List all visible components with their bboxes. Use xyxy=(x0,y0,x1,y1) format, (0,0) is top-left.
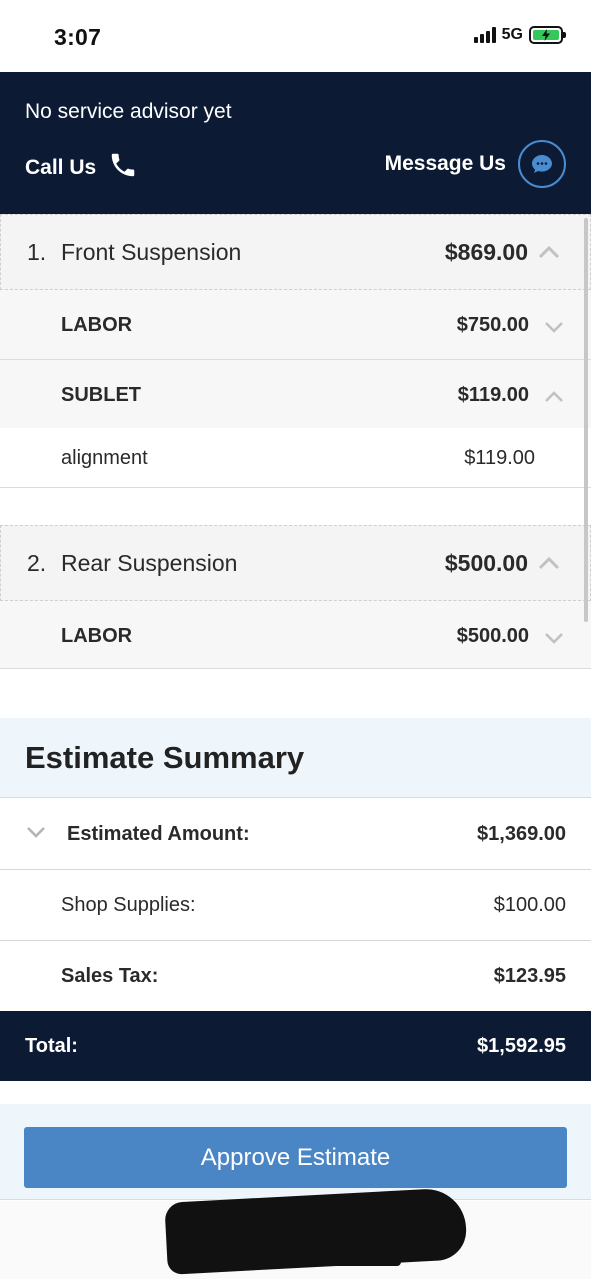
network-label: 5G xyxy=(501,26,523,43)
line-label: SUBLET xyxy=(61,384,141,406)
line-price: $119.00 xyxy=(457,384,529,406)
chevron-up-icon[interactable] xyxy=(538,245,560,264)
shop-supplies-label: Shop Supplies: xyxy=(61,894,196,916)
call-us-button[interactable]: Call Us xyxy=(25,150,138,185)
line-item-alignment: alignment $119.00 xyxy=(0,428,591,488)
shop-supplies-row: Shop Supplies: $100.00 xyxy=(0,870,591,941)
sales-tax-value: $123.95 xyxy=(493,965,566,987)
line-label: LABOR xyxy=(61,625,133,647)
call-us-label: Call Us xyxy=(25,155,97,179)
estimated-amount-row[interactable]: Estimated Amount: $1,369.00 xyxy=(0,799,591,870)
chat-bubble-icon xyxy=(518,140,566,188)
status-icons: 5G xyxy=(473,26,566,44)
chevron-down-icon[interactable] xyxy=(544,631,564,649)
status-time: 3:07 xyxy=(54,24,102,50)
job-number: 2. xyxy=(27,550,47,576)
approve-section: Approve Estimate xyxy=(0,1104,591,1200)
item-price: $119.00 xyxy=(464,447,535,469)
phone-icon xyxy=(108,150,138,185)
line-label: LABOR xyxy=(61,314,133,336)
total-value: $1,592.95 xyxy=(477,1035,566,1057)
scrollbar[interactable] xyxy=(584,218,588,622)
sales-tax-label: Sales Tax: xyxy=(61,965,159,987)
item-label: alignment xyxy=(61,447,148,469)
chevron-down-icon[interactable] xyxy=(544,320,564,338)
job-number: 1. xyxy=(27,239,47,265)
summary-title: Estimate Summary xyxy=(25,740,305,775)
estimated-amount-value: $1,369.00 xyxy=(477,823,566,845)
job-name: Rear Suspension xyxy=(61,550,238,576)
job-header-front-suspension[interactable]: 1. Front Suspension $869.00 xyxy=(0,214,591,290)
line-sublet[interactable]: SUBLET $119.00 xyxy=(0,360,591,430)
battery-icon xyxy=(529,26,566,44)
job-price: $500.00 xyxy=(444,550,528,576)
contact-header: No service advisor yet Call Us Message U… xyxy=(0,72,591,214)
approve-estimate-button[interactable]: Approve Estimate xyxy=(24,1127,567,1188)
chevron-down-icon[interactable] xyxy=(26,825,46,843)
line-price: $750.00 xyxy=(456,314,529,336)
estimated-amount-label: Estimated Amount: xyxy=(67,823,250,845)
total-label: Total: xyxy=(25,1035,78,1057)
advisor-status: No service advisor yet xyxy=(25,100,232,123)
status-bar: 3:07 5G xyxy=(0,0,591,72)
total-row: Total: $1,592.95 xyxy=(0,1011,591,1081)
sales-tax-row: Sales Tax: $123.95 xyxy=(0,941,591,1012)
chevron-up-icon[interactable] xyxy=(538,556,560,575)
signal-icon xyxy=(473,27,496,43)
message-us-button[interactable]: Message Us xyxy=(385,140,566,188)
line-labor[interactable]: LABOR $500.00 xyxy=(0,601,591,669)
shop-supplies-value: $100.00 xyxy=(493,894,566,916)
job-header-rear-suspension[interactable]: 2. Rear Suspension $500.00 xyxy=(0,525,591,601)
job-price: $869.00 xyxy=(444,239,528,265)
job-name: Front Suspension xyxy=(61,239,242,265)
message-us-label: Message Us xyxy=(384,152,506,175)
chevron-up-icon[interactable] xyxy=(544,390,564,408)
home-indicator[interactable] xyxy=(195,1258,401,1266)
summary-header: Estimate Summary xyxy=(0,718,591,798)
line-labor[interactable]: LABOR $750.00 xyxy=(0,290,591,360)
line-price: $500.00 xyxy=(456,625,529,647)
